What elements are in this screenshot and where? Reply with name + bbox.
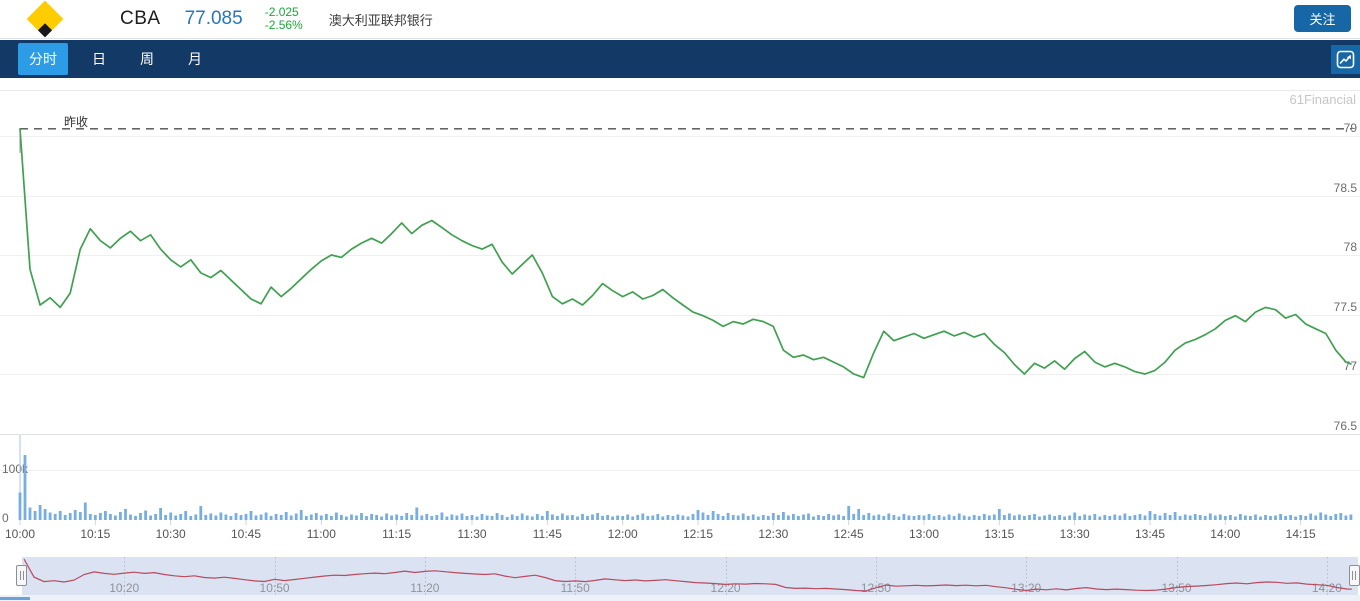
navigator-track[interactable]: 10:20 10:50 11:20 11:50 12:20 12:50 13:20 13:50… (0, 557, 1360, 595)
x-axis-label: 14:15 (1285, 527, 1316, 541)
tab-intraday[interactable]: 分时 (18, 43, 68, 75)
scrollbar-nub[interactable] (0, 597, 30, 600)
tab-weekly[interactable]: 周 (130, 43, 164, 75)
ticker-symbol: CBA (120, 8, 161, 29)
change-block: -2.025 -2.56% (265, 6, 303, 32)
x-axis-label: 13:00 (908, 527, 939, 541)
x-axis-label: 13:15 (984, 527, 1015, 541)
last-price: 77.085 (184, 8, 243, 29)
follow-button[interactable]: 关注 (1294, 5, 1351, 32)
price-volume-chart[interactable] (0, 79, 1360, 601)
navigator-overview-chart (23, 558, 1352, 592)
navigator-right-handle[interactable] (1348, 565, 1360, 586)
period-toolbar: 分时 日 周 月 (0, 40, 1360, 78)
bottom-strip (0, 595, 1360, 601)
chart-area: 61Financial 79 78.5 78 77.5 77 76.5 昨收 100k 0… (0, 79, 1360, 601)
x-axis-label: 12:00 (607, 527, 638, 541)
tab-daily[interactable]: 日 (82, 43, 116, 75)
change-percent: -2.56% (264, 18, 303, 32)
navigator-left-handle[interactable] (16, 565, 27, 586)
chart-type-button[interactable] (1331, 45, 1360, 74)
x-axis-label: 10:00 (4, 527, 36, 541)
x-axis-label: 11:30 (457, 527, 487, 541)
x-axis-label: 11:45 (532, 527, 562, 541)
tab-monthly[interactable]: 月 (178, 43, 212, 75)
commbank-logo-icon (26, 0, 64, 38)
x-axis-label: 13:30 (1059, 527, 1090, 541)
x-axis-label: 10:15 (80, 527, 111, 541)
x-axis-label: 10:30 (155, 527, 186, 541)
company-name: 澳大利亚联邦银行 (328, 12, 433, 28)
x-axis-label: 14:00 (1210, 527, 1241, 541)
trend-line-icon (1336, 50, 1355, 69)
x-axis-label: 12:45 (833, 527, 864, 541)
x-axis-label: 12:15 (682, 527, 713, 541)
x-axis-label: 13:45 (1134, 527, 1165, 541)
quote-header: CBA 77.085 -2.025 -2.56% 澳大利亚联邦银行 关注 (0, 0, 1360, 39)
x-axis-label: 10:45 (230, 527, 261, 541)
x-axis-label: 12:30 (758, 527, 789, 541)
x-axis-label: 11:00 (306, 527, 336, 541)
x-axis-label: 11:15 (382, 527, 412, 541)
stock-quote-page: { "header": { "symbol": "CBA", "price": … (0, 0, 1360, 601)
